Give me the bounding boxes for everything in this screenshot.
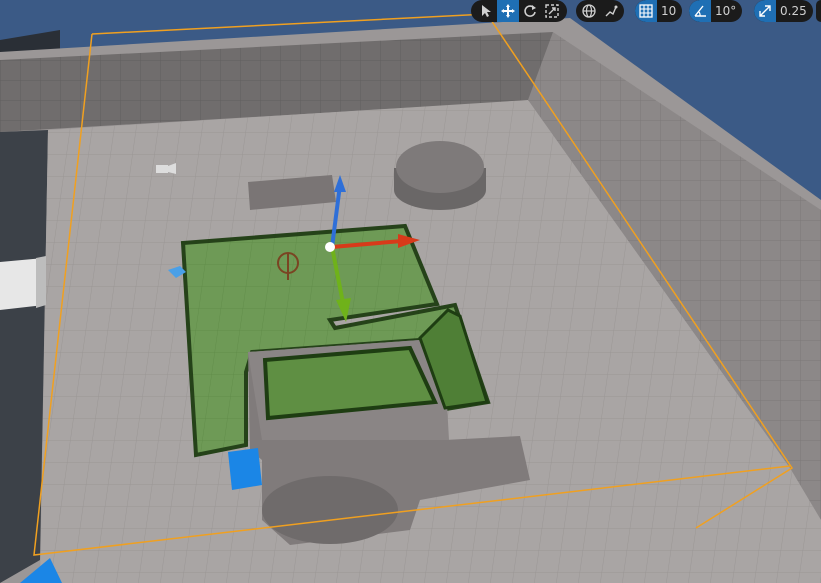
level-scene[interactable] <box>0 0 821 583</box>
gizmo-center[interactable] <box>325 242 335 252</box>
rotation-snap-value[interactable]: 10° <box>711 4 742 18</box>
coordinate-space-group <box>576 0 624 22</box>
cylinder-top[interactable] <box>396 141 484 193</box>
scale-snap-toolbar: 0.25 <box>754 0 813 22</box>
rotation-snap-toolbar: 10° <box>689 0 743 22</box>
surface-snap-icon[interactable] <box>600 0 622 22</box>
select-tool-icon[interactable] <box>475 0 497 22</box>
rotate-tool-icon[interactable] <box>519 0 541 22</box>
rotation-snap-icon[interactable] <box>689 0 711 22</box>
scale-snap-icon[interactable] <box>754 0 776 22</box>
world-space-icon[interactable] <box>578 0 600 22</box>
grid-snap-toolbar: 10 <box>635 0 683 22</box>
grid-snap-icon[interactable] <box>635 0 657 22</box>
white-block-side <box>36 256 46 308</box>
rotation-snap-group[interactable]: 10° <box>689 0 743 22</box>
grid-snap-value[interactable]: 10 <box>657 4 682 18</box>
transform-toolbar <box>471 0 567 22</box>
scale-snap-value[interactable]: 0.25 <box>776 4 813 18</box>
coordinate-space-toolbar <box>576 0 624 22</box>
transform-tool-group <box>471 0 567 22</box>
camera-speed-button[interactable] <box>816 0 821 22</box>
level-viewport[interactable]: 10 10° 0.25 <box>0 0 821 583</box>
scale-snap-group[interactable]: 0.25 <box>754 0 813 22</box>
blue-cube[interactable] <box>228 448 262 490</box>
camera-speed-toolbar <box>816 0 821 22</box>
translate-tool-icon[interactable] <box>497 0 519 22</box>
raised-block-round <box>262 476 398 544</box>
scale-tool-icon[interactable] <box>541 0 563 22</box>
grid-snap-group[interactable]: 10 <box>635 0 683 22</box>
left-wall <box>0 130 48 583</box>
